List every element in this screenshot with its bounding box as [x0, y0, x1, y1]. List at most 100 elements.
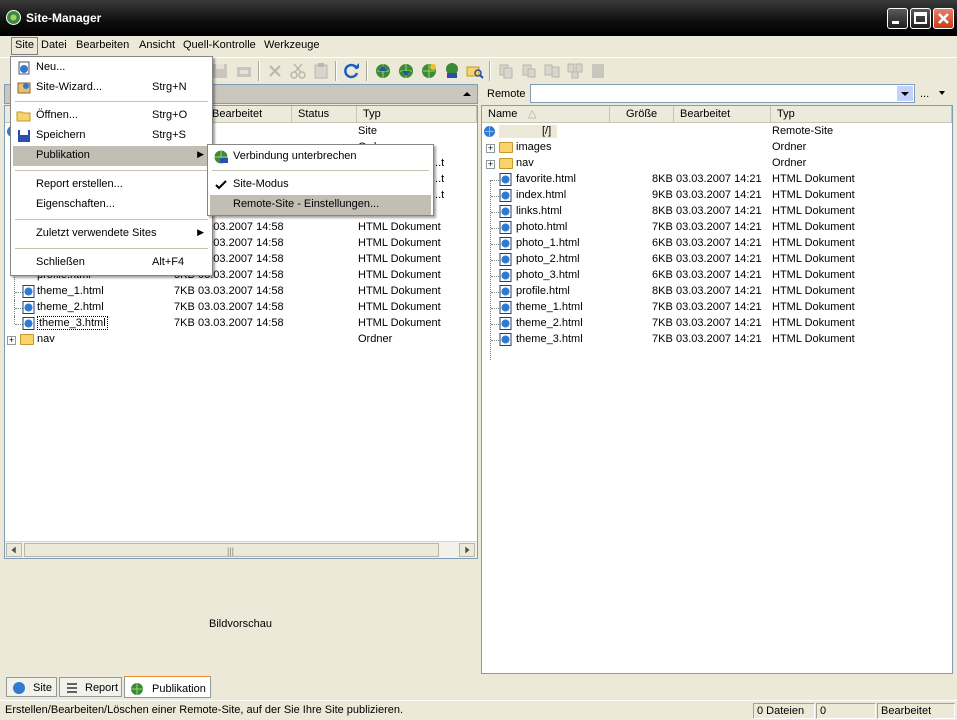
expand-icon[interactable]: +: [7, 336, 16, 345]
book-disabled-icon[interactable]: [588, 61, 608, 81]
menu-item-speichern[interactable]: Speichern Strg+S: [13, 126, 210, 146]
merge-disabled-icon[interactable]: [565, 61, 585, 81]
table-row[interactable]: + nav Ordner: [482, 156, 952, 172]
globe-download-icon[interactable]: [396, 61, 416, 81]
column-header-typ[interactable]: Typ: [357, 106, 477, 123]
find-folder-icon[interactable]: [465, 61, 485, 81]
menu-item-label: Eigenschaften...: [36, 198, 115, 210]
table-row[interactable]: theme_3.html 7KB 03.03.2007 14:58 HTML D…: [5, 316, 477, 332]
column-header-groesse[interactable]: Größe: [610, 106, 674, 123]
table-row[interactable]: photo_2.html 6KB 03.03.2007 14:21 HTML D…: [482, 252, 952, 268]
cell-name: links.html: [516, 205, 562, 217]
menu-werkzeuge[interactable]: Werkzeuge: [264, 39, 319, 51]
menu-item-schliessen[interactable]: Schließen Alt+F4: [13, 253, 210, 273]
menu-item-oeffnen[interactable]: Öffnen... Strg+O: [13, 106, 210, 126]
scroll-left-icon[interactable]: [6, 543, 22, 557]
save-disabled-icon[interactable]: [210, 61, 230, 81]
drive-disabled-icon[interactable]: [234, 61, 254, 81]
table-row[interactable]: favorite.html 8KB 03.03.2007 14:21 HTML …: [482, 172, 952, 188]
column-header-name[interactable]: Name △: [482, 106, 610, 123]
table-row[interactable]: index.html 9KB 03.03.2007 14:21 HTML Dok…: [482, 188, 952, 204]
menu-item-site-modus[interactable]: Site-Modus: [210, 175, 431, 195]
table-row[interactable]: photo_3.html 6KB 03.03.2007 14:21 HTML D…: [482, 268, 952, 284]
column-header-typ[interactable]: Typ: [771, 106, 952, 123]
table-row[interactable]: + images Ordner: [482, 140, 952, 156]
cell-typ: HTML Dokument: [772, 269, 855, 281]
cell-typ: HTML Dokument: [358, 301, 441, 313]
move-disabled-icon[interactable]: [519, 61, 539, 81]
cell-date: 03.03.2007 14:21: [676, 173, 762, 185]
cell-date: 03.03.2007 14:21: [676, 285, 762, 297]
menu-item-site-wizard[interactable]: Site-Wizard... Strg+N: [13, 78, 210, 98]
menu-bar: Site Datei Bearbeiten Ansicht Quell-Kont…: [0, 36, 957, 56]
remote-more-button[interactable]: ...: [920, 88, 929, 100]
column-header-bearbeitet[interactable]: Bearbeitet: [674, 106, 771, 123]
table-row[interactable]: profile.html 8KB 03.03.2007 14:21 HTML D…: [482, 284, 952, 300]
menu-item-zuletzt-verwendete-sites[interactable]: Zuletzt verwendete Sites ▶: [13, 224, 210, 244]
refresh-icon[interactable]: [342, 61, 362, 81]
tab-site[interactable]: Site: [6, 677, 57, 697]
chevron-up-icon[interactable]: [459, 87, 475, 101]
tree-line: [491, 260, 499, 261]
menu-ansicht[interactable]: Ansicht: [139, 39, 175, 51]
globe-upload-icon[interactable]: [373, 61, 393, 81]
table-row[interactable]: photo.html 7KB 03.03.2007 14:21 HTML Dok…: [482, 220, 952, 236]
cut-disabled-icon[interactable]: [288, 61, 308, 81]
table-row[interactable]: theme_1.html 7KB 03.03.2007 14:21 HTML D…: [482, 300, 952, 316]
tree-line: [491, 276, 499, 277]
table-row[interactable]: theme_3.html 7KB 03.03.2007 14:21 HTML D…: [482, 332, 952, 348]
remote-file-list[interactable]: Name △ Größe Bearbeitet Typ [/] Remote-Si…: [481, 105, 953, 674]
horizontal-scrollbar[interactable]: |||: [5, 541, 477, 558]
chevron-down-icon[interactable]: [897, 86, 913, 101]
expand-icon[interactable]: +: [486, 144, 495, 153]
submenu-arrow-icon: ▶: [197, 227, 204, 237]
table-row[interactable]: [/] Remote-Site: [482, 124, 952, 140]
menu-item-remote-site-einstellungen[interactable]: Remote-Site - Einstellungen...: [210, 195, 431, 215]
menu-site[interactable]: Site: [11, 37, 38, 55]
table-row[interactable]: links.html 8KB 03.03.2007 14:21 HTML Dok…: [482, 204, 952, 220]
status-count: 0: [816, 703, 876, 719]
scroll-thumb[interactable]: |||: [24, 543, 439, 557]
table-row[interactable]: theme_2.html 7KB 03.03.2007 14:21 HTML D…: [482, 316, 952, 332]
cell-typ: HTML Dokument: [358, 237, 441, 249]
paste-disabled-icon[interactable]: [311, 61, 331, 81]
table-row[interactable]: photo_1.html 6KB 03.03.2007 14:21 HTML D…: [482, 236, 952, 252]
tab-publikation[interactable]: Publikation: [124, 676, 211, 698]
maximize-button[interactable]: [910, 8, 931, 29]
minimize-button[interactable]: [887, 8, 908, 29]
cell-typ: HTML Dokument: [358, 221, 441, 233]
menu-item-neu[interactable]: Neu...: [13, 58, 210, 78]
remote-site-select[interactable]: [530, 84, 915, 103]
menu-datei[interactable]: Datei: [41, 39, 67, 51]
menu-separator: [15, 248, 208, 249]
menu-item-verbindung-unterbrechen[interactable]: Verbindung unterbrechen: [210, 147, 431, 167]
table-row[interactable]: theme_2.html 7KB 03.03.2007 14:58 HTML D…: [5, 300, 477, 316]
menu-shortcut: Strg+O: [152, 109, 188, 121]
globe-compare-icon[interactable]: [442, 61, 462, 81]
table-row[interactable]: + nav Ordner: [5, 332, 477, 348]
compare-disabled-icon[interactable]: [542, 61, 562, 81]
column-label: Größe: [626, 108, 658, 120]
cell-date: 03.03.2007 14:21: [676, 221, 762, 233]
globe-sync-icon[interactable]: [419, 61, 439, 81]
html-file-icon: [499, 301, 512, 314]
expand-icon[interactable]: +: [486, 160, 495, 169]
tab-report[interactable]: Report: [59, 677, 122, 697]
close-button[interactable]: [933, 8, 954, 29]
scroll-right-icon[interactable]: [459, 543, 475, 557]
menu-quell-kontrolle[interactable]: Quell-Kontrolle: [183, 39, 256, 51]
chevron-down-icon[interactable]: [936, 87, 948, 99]
menu-item-report-erstellen[interactable]: Report erstellen...: [13, 175, 210, 195]
delete-disabled-icon[interactable]: [265, 61, 285, 81]
menu-bearbeiten[interactable]: Bearbeiten: [76, 39, 129, 51]
title-bar[interactable]: Site-Manager: [0, 0, 957, 36]
menu-separator: [15, 219, 208, 220]
cell-typ: HTML Dokument: [772, 221, 855, 233]
table-row[interactable]: theme_1.html 7KB 03.03.2007 14:58 HTML D…: [5, 268, 477, 300]
column-header-status[interactable]: Status: [292, 106, 357, 123]
cell-date: 03.03.2007 14:58: [198, 301, 284, 313]
copy-disabled-icon[interactable]: [496, 61, 516, 81]
folder-icon: [499, 142, 513, 153]
menu-item-publikation[interactable]: Publikation ▶: [13, 146, 210, 166]
menu-item-eigenschaften[interactable]: Eigenschaften...: [13, 195, 210, 215]
